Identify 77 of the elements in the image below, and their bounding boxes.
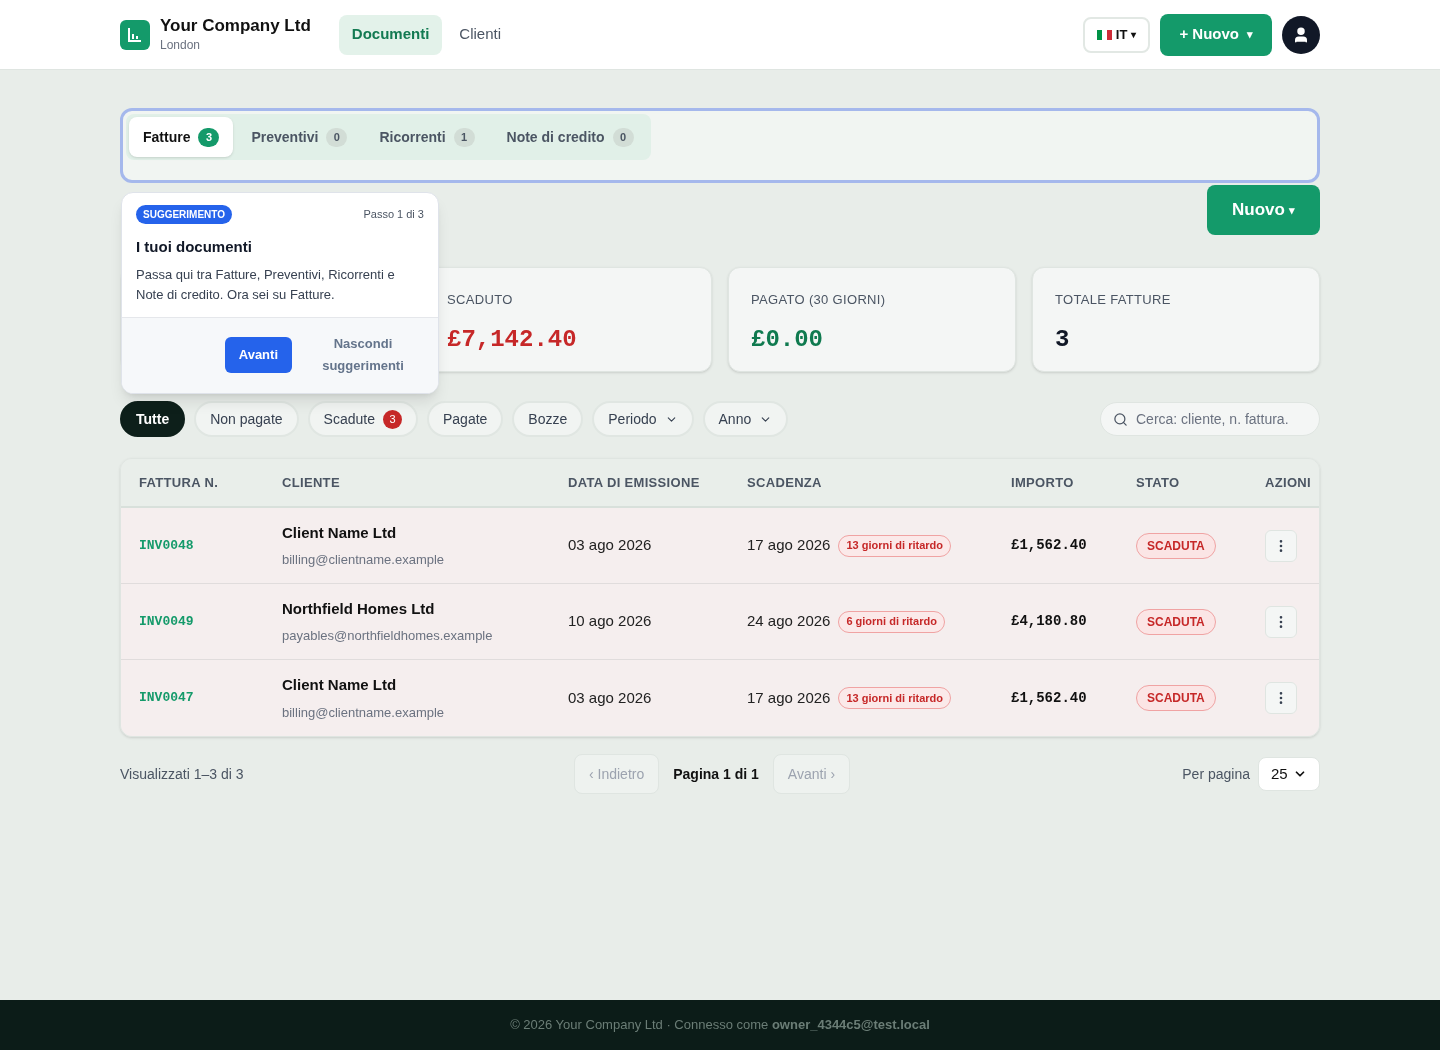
user-icon xyxy=(1292,25,1310,44)
per-page-label: Per pagina xyxy=(1182,764,1250,784)
issue-date: 03 ago 2026 xyxy=(568,535,653,556)
count-badge: 1 xyxy=(453,127,475,147)
overdue-badge: 13 giorni di ritardo xyxy=(838,534,951,557)
filter-chip[interactable]: Scadute 3 xyxy=(307,401,418,437)
overdue-badge: 6 giorni di ritardo xyxy=(838,610,945,633)
document-tab[interactable]: Ricorrenti 1 xyxy=(365,117,489,157)
issue-date: 03 ago 2026 xyxy=(568,687,653,708)
count-badge: 0 xyxy=(612,127,634,147)
footer-text: © 2026 Your Company Ltd · Connesso come owner_4344c5@test.local xyxy=(510,1016,930,1035)
search-field[interactable]: Cerca: cliente, n. fattura. xyxy=(1100,402,1320,436)
amount: £1,562.40 xyxy=(1011,688,1088,708)
overdue-badge: 13 giorni di ritardo xyxy=(838,687,951,709)
filter-chip[interactable]: Non pagate xyxy=(194,401,299,437)
company-city: London xyxy=(160,36,202,54)
popover-text: Passa qui tra Fatture, Preventivi, Ricorrenti e Note di credito. Ora sei su Fatture. xyxy=(136,265,396,304)
status-badge: SCADUTA xyxy=(1136,608,1216,635)
filter-chip[interactable]: Tutte xyxy=(120,401,186,437)
step-indicator: Passo 1 di 3 xyxy=(363,207,424,223)
client-name: Northfield Homes Ltd xyxy=(282,598,436,619)
company-name: Your Company Ltd xyxy=(160,15,311,36)
more-button[interactable] xyxy=(1265,529,1297,562)
results-summary: Visualizzati 1–3 di 3 xyxy=(120,764,245,784)
count-badge: 3 xyxy=(198,127,220,147)
client-name: Client Name Ltd xyxy=(282,675,398,695)
more-button[interactable] xyxy=(1265,605,1297,638)
stat-label: TOTALE FATTURE xyxy=(1055,291,1172,309)
column-header: SCADENZA xyxy=(747,473,823,492)
avatar-button[interactable] xyxy=(1282,15,1320,54)
per-page-select[interactable]: 25 xyxy=(1258,757,1320,791)
due-date: 17 ago 2026 xyxy=(747,687,831,708)
hide-tips-button[interactable]: Nascondi suggerimenti xyxy=(308,333,418,377)
flag-icon xyxy=(1096,29,1112,40)
column-header: FATTURA N. xyxy=(139,473,220,492)
filter-dropdown[interactable]: Periodo xyxy=(592,401,694,437)
amount: £1,562.40 xyxy=(1011,536,1088,555)
document-tab[interactable]: Preventivi 0 xyxy=(237,117,362,157)
count-badge: 0 xyxy=(326,127,348,147)
issue-date: 10 ago 2026 xyxy=(568,611,653,632)
filter-chip[interactable]: Pagate xyxy=(426,401,504,437)
language-selector[interactable]: IT ▾ xyxy=(1082,16,1151,53)
due-date: 17 ago 2026 xyxy=(747,535,831,556)
new-button[interactable]: + Nuovo ▾ xyxy=(1160,13,1272,56)
tip-badge: SUGGERIMENTO xyxy=(136,205,233,224)
new-button[interactable]: Nuovo ▾ xyxy=(1207,185,1320,235)
page-indicator: Pagina 1 di 1 xyxy=(672,764,760,784)
client-name: Client Name Ltd xyxy=(282,522,398,543)
column-header: STATO xyxy=(1136,473,1181,492)
more-button[interactable] xyxy=(1265,682,1297,714)
status-badge: SCADUTA xyxy=(1136,532,1216,559)
stat-label: PAGATO (30 GIORNI) xyxy=(751,291,887,309)
due-date: 24 ago 2026 xyxy=(747,611,831,632)
document-tab[interactable]: Fatture 3 xyxy=(129,117,234,157)
filter-dropdown[interactable]: Anno xyxy=(702,401,789,437)
column-header: AZIONI xyxy=(1265,473,1311,492)
filter-chip[interactable]: Bozze xyxy=(512,401,584,437)
column-header: IMPORTO xyxy=(1011,473,1075,492)
nav-tab[interactable]: Clienti xyxy=(446,14,514,55)
document-tab[interactable]: Note di credito 0 xyxy=(492,117,648,157)
stat-value: 3 xyxy=(1055,324,1071,355)
amount: £4,180.80 xyxy=(1011,612,1088,631)
client-email: payables@northfieldhomes.example xyxy=(282,627,494,645)
stat-value: £7,142.40 xyxy=(447,324,578,355)
logo-icon xyxy=(120,19,150,50)
column-header: CLIENTE xyxy=(282,473,341,492)
next-step-button[interactable]: Avanti xyxy=(224,337,292,373)
client-email: billing@clientname.example xyxy=(282,703,446,722)
client-email: billing@clientname.example xyxy=(282,551,446,569)
nav-tab[interactable]: Documenti xyxy=(338,14,443,55)
column-header: DATA DI EMISSIONE xyxy=(568,473,701,492)
status-badge: SCADUTA xyxy=(1136,685,1216,711)
popover-title: I tuoi documenti xyxy=(136,237,253,257)
search-icon xyxy=(1113,412,1128,427)
stat-value: £0.00 xyxy=(751,324,824,355)
stat-label: SCADUTO xyxy=(447,291,514,309)
count-badge: 3 xyxy=(382,409,402,429)
